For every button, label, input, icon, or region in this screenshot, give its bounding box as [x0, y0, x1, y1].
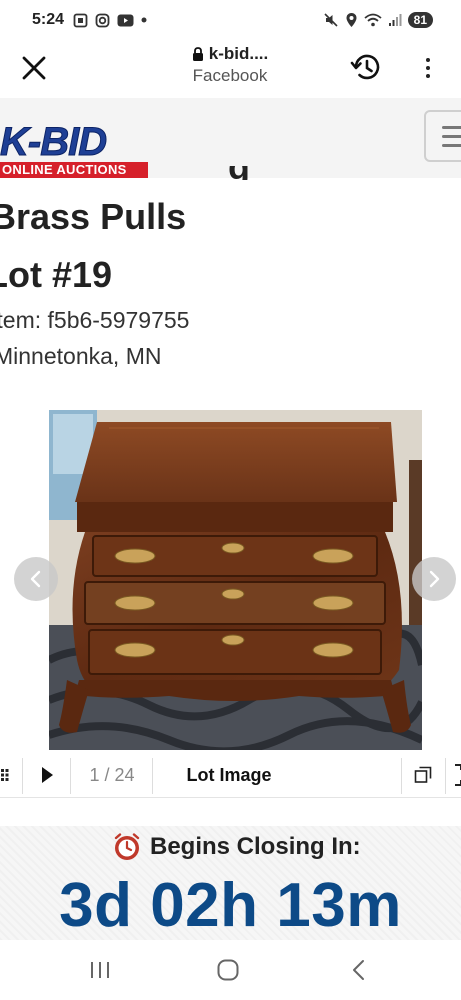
screenshot-icon	[73, 13, 88, 28]
lot-image-label: Lot Image	[186, 764, 272, 785]
location-icon	[345, 12, 358, 28]
bureau-image	[49, 410, 422, 750]
recent-apps-icon	[91, 962, 109, 978]
home-icon	[217, 959, 239, 981]
expand-button[interactable]	[452, 752, 461, 798]
lot-title-line: Brass Pulls	[0, 196, 187, 237]
close-button[interactable]	[20, 54, 48, 82]
mute-icon	[323, 12, 339, 28]
grid-icon	[1, 769, 9, 781]
url-text: k-bid....	[208, 44, 269, 63]
next-image-button[interactable]	[412, 557, 456, 601]
lot-number: Lot #19	[0, 254, 113, 295]
more-options-icon	[426, 58, 430, 62]
expand-icon	[455, 764, 461, 786]
wifi-icon	[364, 13, 382, 28]
back-button[interactable]	[338, 954, 378, 986]
page: 5:24 81 k-bid.... Facebook K-BID ONLINE …	[0, 0, 461, 1000]
system-nav-bar	[0, 940, 461, 1000]
lot-photo[interactable]	[49, 410, 422, 750]
previous-image-button[interactable]	[14, 557, 58, 601]
kbid-logo[interactable]: K-BID ONLINE AUCTIONS	[0, 120, 150, 178]
instagram-icon	[95, 13, 110, 28]
notification-dot-icon	[141, 17, 147, 23]
title-fragment: g	[228, 166, 252, 180]
url-block[interactable]: k-bid.... Facebook	[150, 44, 310, 86]
image-viewer-toolbar: 1 / 24 Lot Image	[0, 752, 461, 798]
alarm-clock-icon	[114, 833, 140, 860]
home-button[interactable]	[208, 954, 248, 986]
hamburger-icon	[442, 126, 461, 129]
back-icon	[353, 960, 364, 980]
recent-apps-button[interactable]	[80, 954, 120, 986]
battery-level: 81	[407, 12, 433, 28]
image-counter: 1 / 24	[89, 764, 135, 785]
play-slideshow-button[interactable]	[24, 752, 70, 798]
history-button[interactable]	[350, 51, 382, 83]
youtube-icon	[117, 14, 134, 27]
closing-panel: Begins Closing In: 3d 02h 13m	[0, 826, 461, 940]
countdown-timer: 3d 02h 13m	[59, 871, 402, 940]
location: Minnetonka, MN	[0, 343, 162, 369]
status-time: 5:24	[32, 11, 65, 28]
menu-button[interactable]	[424, 110, 461, 162]
history-icon	[350, 54, 380, 80]
item-id: Item: f5b6-5979755	[0, 307, 190, 333]
browser-top-bar: k-bid.... Facebook	[0, 40, 461, 98]
chevron-right-icon	[429, 570, 440, 588]
grid-view-button[interactable]	[0, 752, 14, 798]
status-bar: 5:24 81	[0, 0, 461, 40]
signal-icon	[388, 13, 402, 27]
closing-label: Begins Closing In:	[150, 833, 361, 860]
logo-subtext: ONLINE AUCTIONS	[0, 162, 148, 178]
fullscreen-button[interactable]	[403, 752, 443, 798]
more-options-button[interactable]	[416, 54, 440, 82]
logo-text: K-BID	[0, 120, 108, 165]
url-source: Facebook	[192, 66, 268, 85]
chevron-left-icon	[30, 570, 41, 588]
lock-icon	[192, 46, 203, 61]
play-icon	[42, 767, 53, 783]
close-icon	[22, 56, 46, 80]
open-in-new-icon	[414, 766, 432, 783]
